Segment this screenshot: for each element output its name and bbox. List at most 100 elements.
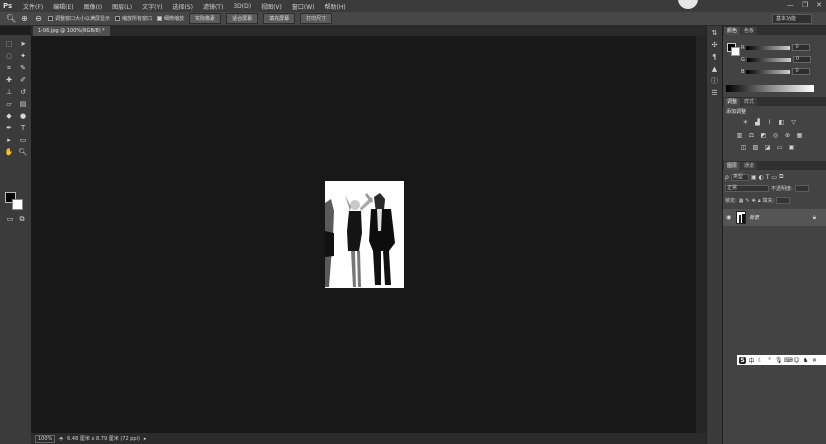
background-color-swatch[interactable]: [12, 199, 23, 210]
zoom-icon[interactable]: 🔍︎: [6, 14, 16, 23]
healing-brush-icon[interactable]: ✚: [3, 76, 15, 85]
ime-mic-icon[interactable]: 🎙︎: [775, 357, 783, 364]
menu-filter[interactable]: 滤镜(T): [198, 2, 228, 11]
zoom-all-option[interactable]: 缩放所有窗口: [115, 15, 152, 22]
workspace-select[interactable]: 基本功能: [772, 14, 812, 24]
navigator-icon[interactable]: ▲: [709, 64, 721, 74]
blend-mode-select[interactable]: 正常: [725, 185, 769, 192]
tab-styles[interactable]: 样式: [741, 98, 758, 106]
path-select-icon[interactable]: ▸: [3, 136, 15, 145]
slider-g[interactable]: G 0: [741, 56, 811, 63]
checkbox[interactable]: [48, 16, 53, 21]
ime-shirt-icon[interactable]: ♞: [802, 357, 809, 364]
panel-background-swatch[interactable]: [731, 47, 740, 56]
vibrance-icon[interactable]: ▽: [789, 119, 798, 126]
ime-chinese-icon[interactable]: 中: [748, 356, 755, 365]
menu-image[interactable]: 图像(I): [79, 2, 107, 11]
black-white-icon[interactable]: ◩: [759, 132, 768, 139]
hand-tool-icon[interactable]: ✋: [3, 148, 15, 157]
lock-pixels-icon[interactable]: ▦: [739, 198, 744, 204]
ime-user-icon[interactable]: ☺: [793, 357, 800, 364]
slider-track[interactable]: [746, 45, 791, 50]
chevron-right-icon[interactable]: ▸: [144, 436, 147, 442]
brush-presets-icon[interactable]: ✣: [709, 40, 721, 50]
threshold-icon[interactable]: ◪: [763, 144, 772, 151]
hue-saturation-icon[interactable]: ▥: [735, 132, 744, 139]
ime-moon-icon[interactable]: ☾: [757, 357, 764, 364]
pen-tool-icon[interactable]: ✒: [3, 124, 15, 133]
canvas-area[interactable]: [31, 36, 706, 433]
photo-filter-icon[interactable]: ◎: [771, 132, 780, 139]
fit-screen-button[interactable]: 适合屏幕: [226, 13, 259, 24]
quick-mask-icon[interactable]: ▭: [4, 215, 16, 224]
menu-help[interactable]: 帮助(H): [320, 2, 351, 11]
ime-logo-icon[interactable]: S: [739, 356, 746, 364]
screen-mode-icon[interactable]: ⧉: [16, 215, 28, 224]
color-balance-icon[interactable]: ⚖: [747, 132, 756, 139]
close-button[interactable]: ✕: [816, 1, 822, 9]
zoom-out-icon[interactable]: ⊖: [34, 14, 43, 23]
channel-mixer-icon[interactable]: ⊛: [783, 132, 792, 139]
zoom-in-icon[interactable]: ⊕: [20, 14, 29, 23]
gradient-tool-icon[interactable]: ▤: [17, 100, 29, 109]
resize-windows-option[interactable]: 调整窗口大小以满屏显示: [48, 15, 110, 22]
layer-row[interactable]: ◉ 背景 🔒︎: [723, 209, 826, 226]
invert-icon[interactable]: ◫: [739, 144, 748, 151]
checkbox-checked[interactable]: [157, 16, 163, 21]
filter-type-icon[interactable]: T: [766, 174, 770, 181]
selective-color-icon[interactable]: ▣: [787, 144, 796, 151]
properties-icon[interactable]: ☰: [709, 88, 721, 98]
info-icon[interactable]: ⓘ: [709, 76, 721, 86]
menu-window[interactable]: 窗口(W): [287, 2, 320, 11]
slider-b[interactable]: B 0: [741, 68, 811, 75]
filter-shape-icon[interactable]: ▭: [771, 174, 777, 181]
clone-stamp-icon[interactable]: ⊥: [3, 88, 15, 97]
visibility-eye-icon[interactable]: ◉: [726, 214, 733, 221]
move-tool-icon[interactable]: ➤: [17, 40, 29, 49]
document-image[interactable]: [325, 181, 404, 288]
slider-value[interactable]: 0: [792, 44, 811, 51]
actual-pixels-button[interactable]: 实际像素: [189, 13, 222, 24]
layer-name[interactable]: 背景: [749, 214, 759, 221]
dodge-tool-icon[interactable]: ●: [17, 112, 29, 121]
type-tool-icon[interactable]: T: [17, 124, 29, 133]
menu-file[interactable]: 文件(F): [18, 2, 48, 11]
exposure-icon[interactable]: ◧: [777, 119, 786, 126]
menu-layer[interactable]: 图层(L): [107, 2, 137, 11]
document-tab[interactable]: 1-06.jpg @ 100%(RGB/8) *: [33, 26, 110, 36]
blur-tool-icon[interactable]: ◆: [3, 112, 15, 121]
slider-track[interactable]: [746, 69, 791, 74]
color-spectrum[interactable]: [726, 85, 814, 92]
tab-swatches[interactable]: 色板: [741, 27, 758, 35]
color-lookup-icon[interactable]: ▦: [795, 132, 804, 139]
slider-r[interactable]: R 0: [741, 44, 811, 51]
layer-filter-select[interactable]: 类型: [730, 173, 749, 181]
scrubby-zoom-option[interactable]: 细微缩放: [157, 15, 184, 22]
slider-value[interactable]: 0: [792, 56, 811, 63]
marquee-tool-icon[interactable]: ⬚: [3, 40, 15, 49]
menu-3d[interactable]: 3D(D): [228, 3, 256, 10]
ime-keyboard-icon[interactable]: ⌨: [784, 357, 793, 364]
history-icon[interactable]: ⇅: [709, 28, 721, 38]
opacity-field[interactable]: [794, 185, 809, 192]
filter-smart-icon[interactable]: ⧉: [779, 173, 783, 181]
slider-value[interactable]: 0: [792, 68, 811, 75]
ime-tools-icon[interactable]: ✕: [811, 357, 818, 364]
slider-track[interactable]: [746, 57, 791, 62]
zoom-tool-icon[interactable]: 🔍︎: [17, 148, 29, 157]
zoom-level-field[interactable]: 100%: [35, 434, 56, 443]
fill-screen-button[interactable]: 填充屏幕: [263, 13, 296, 24]
print-size-button[interactable]: 打印尺寸: [300, 13, 333, 24]
gradient-map-icon[interactable]: ▭: [775, 144, 784, 151]
lock-paint-icon[interactable]: ✎: [745, 198, 749, 204]
magic-wand-icon[interactable]: ✦: [17, 52, 29, 61]
ime-punct-icon[interactable]: °: [766, 357, 773, 364]
shape-tool-icon[interactable]: ▭: [17, 136, 29, 145]
menu-select[interactable]: 选择(S): [167, 2, 198, 11]
posterize-icon[interactable]: ▨: [751, 144, 760, 151]
menu-view[interactable]: 视图(V): [256, 2, 287, 11]
lock-position-icon[interactable]: ✥: [752, 198, 756, 204]
tab-layers[interactable]: 图层: [724, 162, 741, 170]
fill-field[interactable]: [776, 197, 791, 204]
history-brush-icon[interactable]: ↺: [17, 88, 29, 97]
